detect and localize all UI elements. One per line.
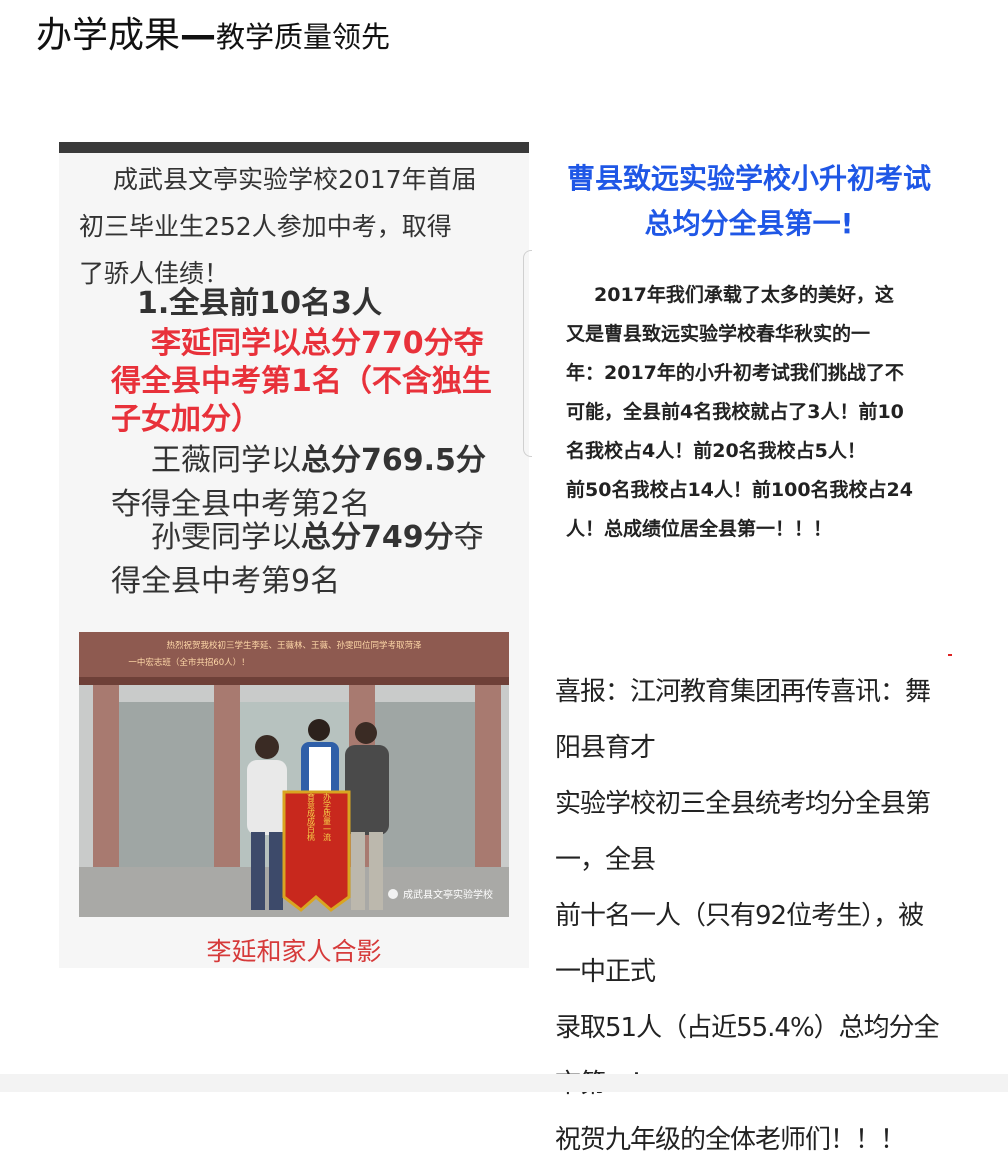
rank3-suffix: 夺	[453, 520, 484, 555]
left-intro-text: 成武县文亭实验学校2017年首届 初三毕业生252人参加中考，取得 了骄人佳绩！	[79, 156, 519, 297]
bottom-strip	[0, 1074, 1008, 1092]
announcement-line: 录取51人（占近55.4%）总均分全市第一！	[555, 1013, 940, 1099]
photo-caption: 李延和家人合影	[206, 937, 382, 966]
rank3-text: 孙雯同学以总分749分夺 得全县中考第9名	[111, 516, 521, 604]
body-line: 名我校占4人！前20名我校占5人！	[566, 440, 866, 462]
wuyang-body: 喜报：江河教育集团再传喜讯：舞阳县育才 实验学校初三全县统考均分全县第一，全县 …	[555, 664, 947, 1168]
rank1-line: 子女加分）	[111, 402, 261, 437]
rank3-line1: 孙雯同学以总分749分夺	[111, 516, 521, 560]
page-title-main: 办学成果	[36, 15, 181, 56]
announcement-line: 祝贺九年级的全体老师们！！！	[555, 1125, 906, 1155]
photo-banner-text-2: 一中宏志班（全市共招60人）！	[128, 657, 249, 668]
rank3-line2: 得全县中考第9名	[111, 564, 341, 599]
caoxian-title: 曹县致远实验学校小升初考试 总均分全县第一!	[548, 156, 950, 246]
intro-line: 初三毕业生252人参加中考，取得	[79, 212, 452, 241]
rank2-prefix: 王薇同学以	[151, 443, 301, 478]
page-title: 办学成果—教学质量领先	[36, 14, 390, 64]
rank1-line: 李延同学以总分770分夺	[151, 326, 484, 361]
rank2-score: 总分769.5分	[301, 443, 486, 478]
bracket-divider	[523, 250, 532, 457]
page-title-dash: —	[180, 15, 217, 56]
wuyang-announcement-card: 喜报：江河教育集团再传喜讯：舞阳县育才 实验学校初三全县统考均分全县第一，全县 …	[555, 664, 950, 1155]
page-title-sub: 教学质量领先	[216, 20, 391, 54]
red-mark	[948, 654, 952, 656]
left-article-card: 成武县文亭实验学校2017年首届 初三毕业生252人参加中考，取得 了骄人佳绩！…	[59, 142, 529, 968]
rank1-line: 得全县中考第1名（不含独生	[111, 364, 492, 399]
flag-text-1: 办学质量一流	[323, 792, 332, 842]
body-line: 前50名我校占14人！前100名我校占24	[566, 479, 913, 501]
rank3-prefix: 孙雯同学以	[151, 520, 301, 555]
rank1-highlight: 李延同学以总分770分夺 得全县中考第1名（不含独生 子女加分）	[111, 325, 521, 439]
card-top-bar	[59, 142, 529, 153]
body-line: 人！总成绩位居全县第一！！！	[566, 518, 833, 540]
caoxian-article-card: 曹县致远实验学校小升初考试 总均分全县第一! 2017年我们承载了太多的美好，这…	[548, 142, 958, 562]
body-line: 可能，全县前4名我校就占了3人！前10	[566, 401, 904, 423]
caoxian-title-line: 总均分全县第一!	[644, 207, 854, 240]
flag-text-2: 育意成成百桃	[307, 792, 316, 842]
body-line: 年：2017年的小升初考试我们挑战了不	[566, 362, 904, 384]
rank2-line1: 王薇同学以总分769.5分	[111, 439, 521, 483]
caoxian-title-line: 曹县致远实验学校小升初考试	[566, 162, 931, 195]
announcement-line: 实验学校初三全县统考均分全县第一，全县	[555, 789, 931, 875]
rank2-text: 王薇同学以总分769.5分 夺得全县中考第2名	[111, 439, 521, 527]
rank-heading: 1.全县前10名3人	[137, 286, 382, 321]
rank3-score: 总分749分	[301, 520, 454, 555]
photo-watermark: 成武县文亭实验学校	[403, 888, 493, 901]
photo-banner-text-1: 热烈祝贺我校初三学生李延、王薇林、王薇、孙雯四位同学考取菏泽	[166, 640, 422, 651]
announcement-line: 前十名一人（只有92位考生），被一中正式	[555, 901, 924, 987]
family-photo: 热烈祝贺我校初三学生李延、王薇林、王薇、孙雯四位同学考取菏泽 一中宏志班（全市共…	[79, 632, 509, 917]
intro-line: 成武县文亭实验学校2017年首届	[113, 165, 477, 194]
body-line: 2017年我们承载了太多的美好，这	[594, 284, 894, 306]
caoxian-body: 2017年我们承载了太多的美好，这 又是曹县致远实验学校春华秋实的一 年：201…	[566, 276, 958, 549]
body-line: 又是曹县致远实验学校春华秋实的一	[566, 323, 871, 345]
announcement-line: 喜报：江河教育集团再传喜讯：舞阳县育才	[555, 677, 931, 763]
